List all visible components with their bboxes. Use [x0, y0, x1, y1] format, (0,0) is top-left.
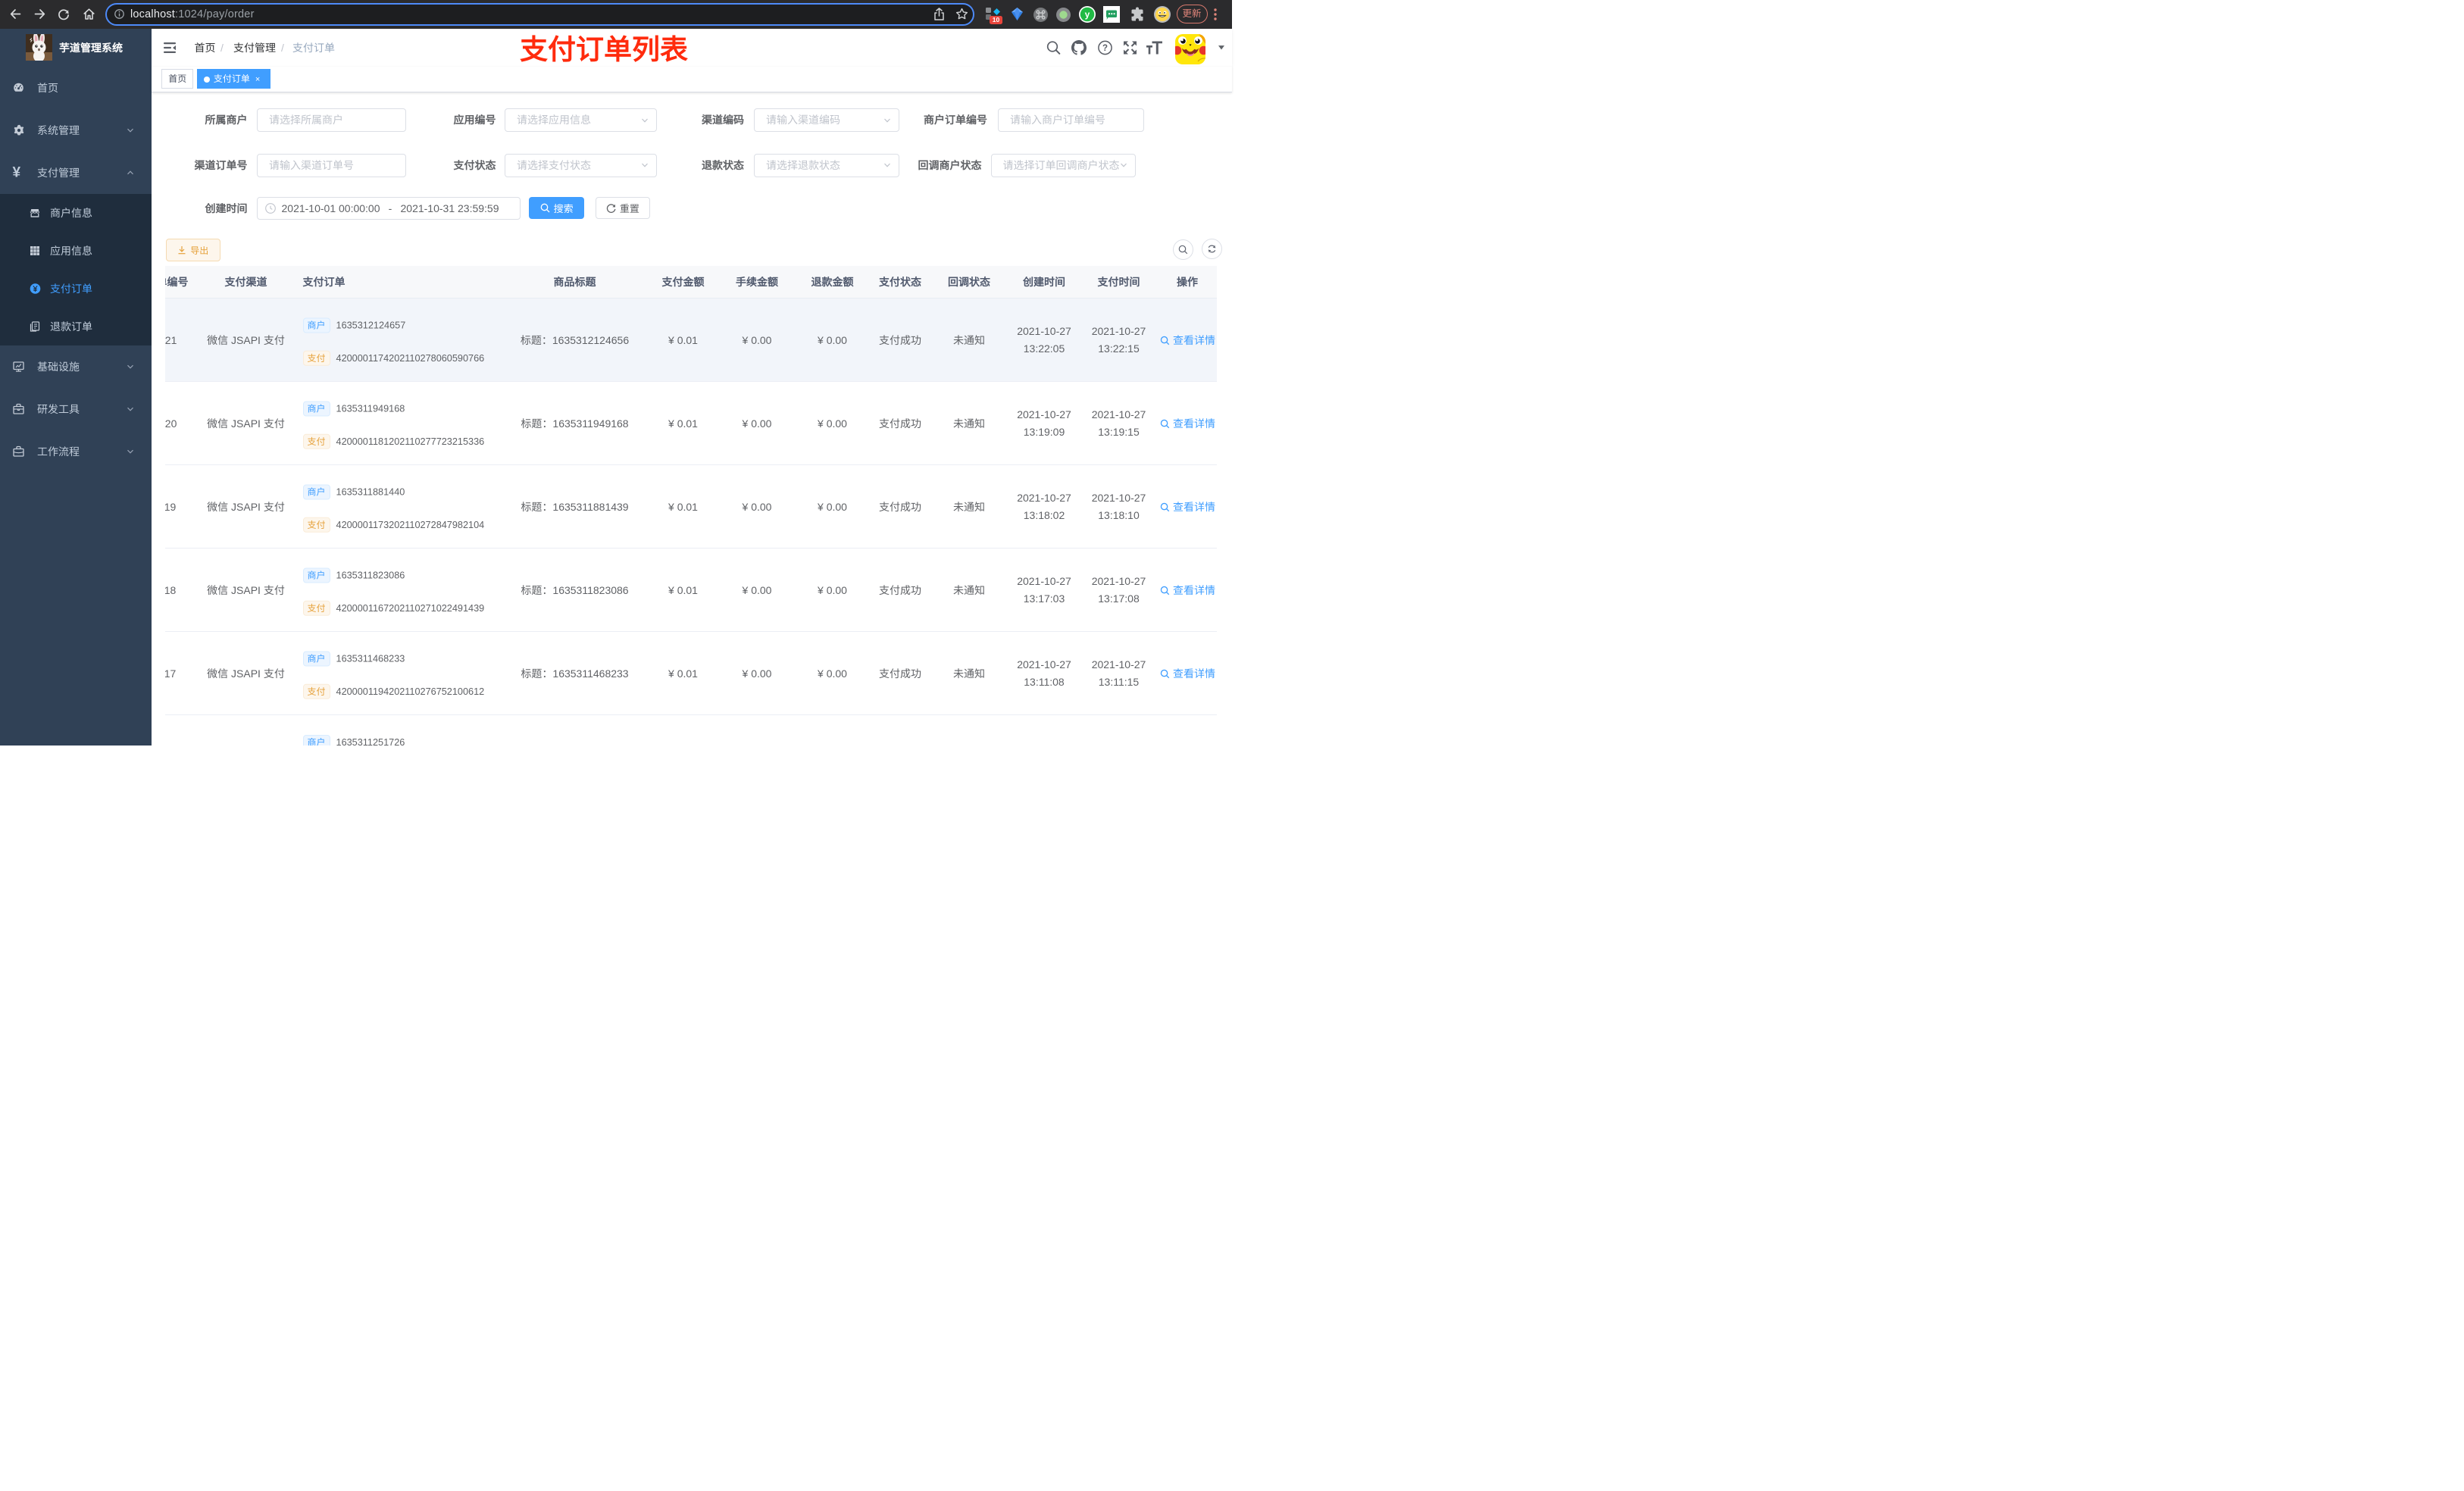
svg-text:?: ?	[1102, 44, 1108, 53]
svg-text:y: y	[1085, 9, 1090, 20]
